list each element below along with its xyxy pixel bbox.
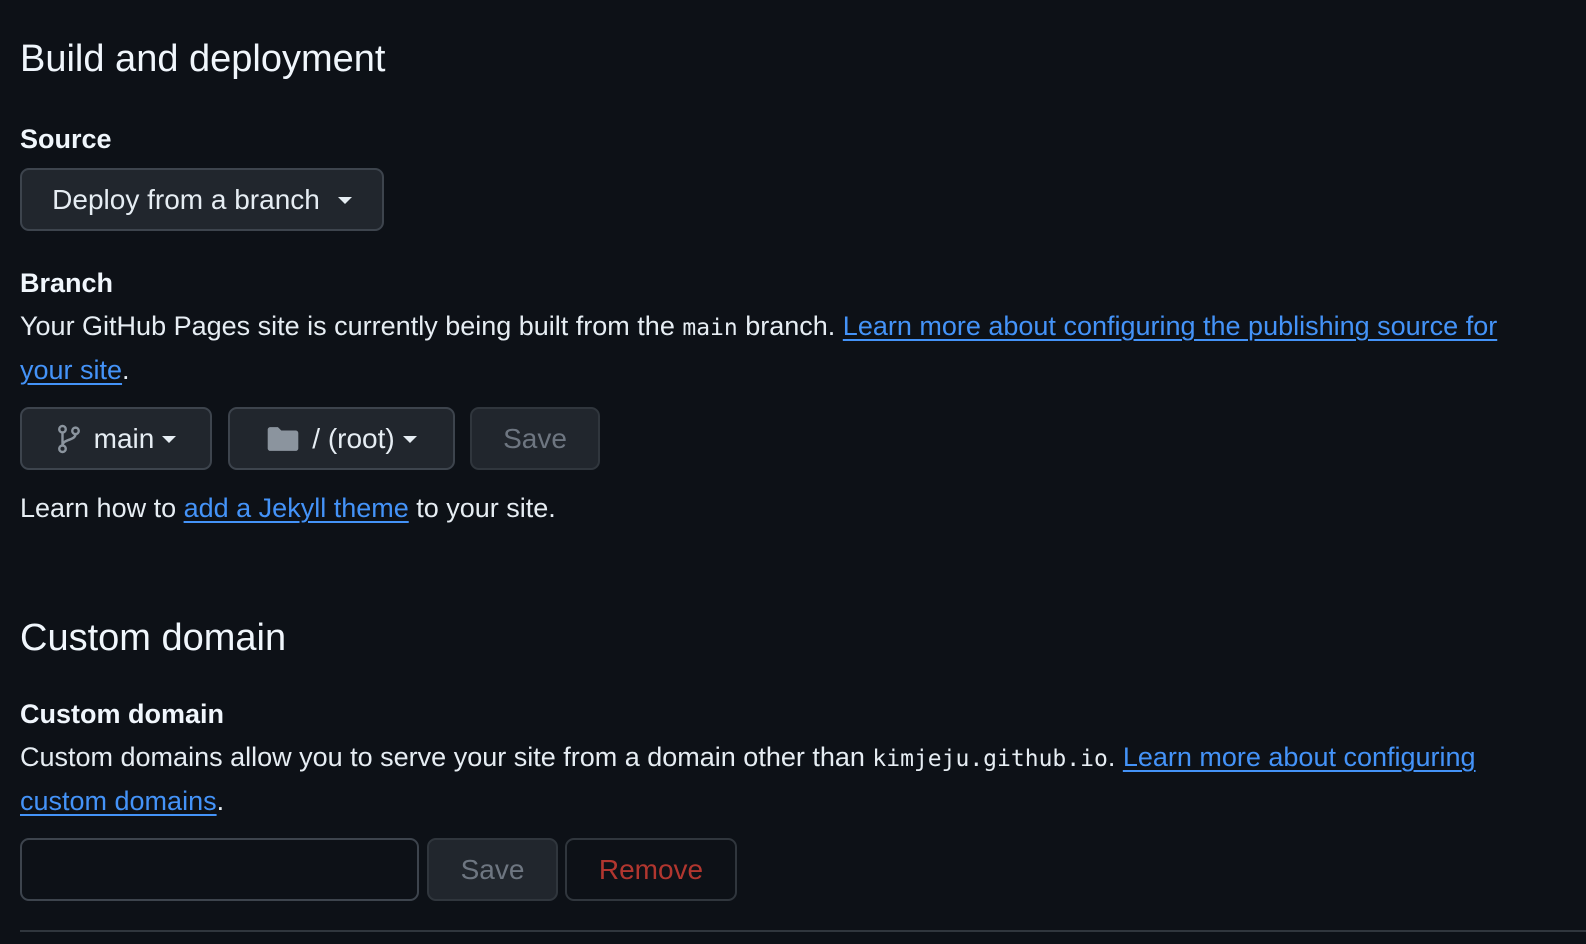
custom-domain-label: Custom domain: [20, 699, 225, 729]
custom-desc-middle: .: [1107, 742, 1123, 772]
custom-domain-remove-button[interactable]: Remove: [565, 838, 737, 901]
pages-settings: Build and deployment Source Deploy from …: [0, 0, 1586, 944]
branch-description: Your GitHub Pages site is currently bein…: [20, 305, 1520, 391]
jekyll-suffix: to your site.: [408, 493, 556, 523]
triangle-down-icon: [402, 436, 417, 443]
branch-desc-prefix: Your GitHub Pages site is currently bein…: [20, 311, 683, 341]
custom-domain-description: Custom domains allow you to serve your s…: [20, 736, 1520, 822]
branch-desc-middle: branch.: [737, 311, 843, 341]
source-label: Source: [20, 124, 112, 154]
git-branch-icon: [56, 424, 82, 454]
build-deployment-heading: Build and deployment: [20, 38, 386, 80]
branch-save-button[interactable]: Save: [470, 407, 600, 470]
branch-code: main: [682, 315, 738, 341]
domain-code: kimjeju.github.io: [872, 746, 1108, 772]
triangle-down-icon: [337, 197, 352, 204]
custom-domain-heading: Custom domain: [20, 617, 287, 659]
source-dropdown-button[interactable]: Deploy from a branch: [20, 168, 384, 231]
custom-desc-prefix: Custom domains allow you to serve your s…: [20, 742, 873, 772]
folder-select-button[interactable]: / (root): [228, 407, 455, 470]
branch-select-value: main: [93, 422, 155, 454]
triangle-down-icon: [162, 436, 177, 443]
custom-domain-input[interactable]: [20, 838, 419, 901]
custom-desc-suffix: .: [216, 786, 225, 816]
jekyll-prefix: Learn how to: [20, 493, 184, 523]
folder-icon: [266, 425, 300, 453]
jekyll-theme-line: Learn how to add a Jekyll theme to your …: [20, 487, 1520, 529]
section-divider: [20, 930, 1586, 932]
folder-select-value: / (root): [312, 422, 395, 454]
branch-label: Branch: [20, 268, 114, 298]
custom-domain-save-button[interactable]: Save: [427, 838, 558, 901]
source-dropdown-value: Deploy from a branch: [52, 183, 320, 215]
jekyll-theme-link[interactable]: add a Jekyll theme: [184, 493, 409, 523]
branch-desc-suffix: .: [122, 355, 130, 385]
branch-select-button[interactable]: main: [20, 407, 212, 470]
